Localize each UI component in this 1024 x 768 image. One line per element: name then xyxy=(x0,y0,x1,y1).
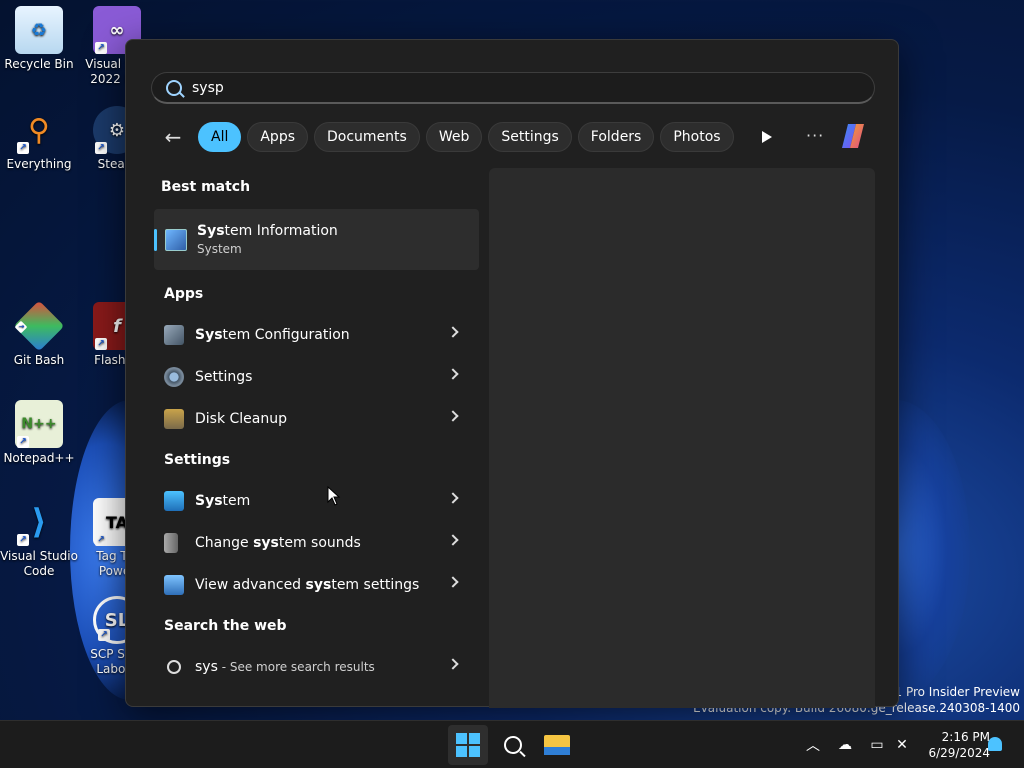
filter-chip-settings[interactable]: Settings xyxy=(488,122,572,152)
result-label: Change system sounds xyxy=(195,535,361,551)
chevron-right-icon xyxy=(447,410,459,422)
result-system-configuration[interactable]: System Configuration xyxy=(154,315,479,355)
filter-chip-apps[interactable]: Apps xyxy=(247,122,309,152)
section-heading-apps: Apps xyxy=(164,286,204,302)
filter-chip-documents[interactable]: Documents xyxy=(314,122,420,152)
system-monitor-icon xyxy=(164,491,184,511)
folder-icon xyxy=(544,735,570,755)
desktop-icon-notepadpp[interactable]: N++ ↗ Notepad++ xyxy=(0,400,78,466)
result-view-advanced-system-settings[interactable]: View advanced system settings xyxy=(154,565,479,605)
chevron-right-icon xyxy=(447,576,459,588)
more-options-button[interactable]: ··· xyxy=(806,126,824,145)
filter-chip-web[interactable]: Web xyxy=(425,122,483,152)
speaker-icon xyxy=(164,533,178,553)
search-panel: ← All Apps Documents Web Settings Folder… xyxy=(125,39,899,708)
best-match-system-information[interactable]: System Information System xyxy=(154,209,479,270)
chevron-right-icon xyxy=(447,534,459,546)
system-configuration-icon xyxy=(164,325,184,345)
web-search-icon xyxy=(167,660,181,674)
more-filters-play-icon[interactable] xyxy=(752,122,782,152)
section-heading-search-the-web: Search the web xyxy=(164,618,287,634)
desktop-icon-label: Recycle Bin xyxy=(4,57,74,71)
result-change-system-sounds[interactable]: Change system sounds xyxy=(154,523,479,563)
network-icon[interactable]: ☁ xyxy=(834,721,856,768)
desktop-icon-everything[interactable]: ⚲ ↗ Everything xyxy=(0,106,78,172)
everything-search-icon: ⚲ ↗ xyxy=(15,106,63,154)
chevron-right-icon xyxy=(447,658,459,670)
best-match-title: System Information xyxy=(197,223,338,239)
disk-cleanup-icon xyxy=(164,409,184,429)
result-label: System xyxy=(195,493,251,509)
result-label: Disk Cleanup xyxy=(195,411,288,427)
clock-time: 2:16 PM xyxy=(941,730,990,744)
start-button[interactable] xyxy=(448,725,488,765)
result-disk-cleanup[interactable]: Disk Cleanup xyxy=(154,399,479,439)
clock[interactable]: 2:16 PM 6/29/2024 xyxy=(914,729,990,761)
chevron-up-icon: ︿ xyxy=(806,738,820,754)
chevron-right-icon xyxy=(447,368,459,380)
taskbar-search-button[interactable] xyxy=(493,725,533,765)
chevron-right-icon xyxy=(447,326,459,338)
result-label: View advanced system settings xyxy=(195,577,420,593)
file-explorer-button[interactable] xyxy=(537,725,577,765)
git-bash-icon: ↗ xyxy=(13,300,65,352)
result-label: System Configuration xyxy=(195,327,350,343)
advanced-system-icon xyxy=(164,575,184,595)
result-settings[interactable]: Settings xyxy=(154,357,479,397)
volume-muted-icon[interactable]: ✕ xyxy=(892,721,912,768)
desktop-icon-label: Notepad++ xyxy=(3,451,75,465)
desktop-icon-git-bash[interactable]: ↗ Git Bash xyxy=(0,300,78,368)
result-system[interactable]: System xyxy=(154,481,479,521)
notepadpp-icon: N++ ↗ xyxy=(15,400,63,448)
search-box[interactable] xyxy=(151,72,875,104)
display-icon[interactable]: ▭ xyxy=(866,721,888,768)
result-label: Settings xyxy=(195,369,253,385)
filter-chip-photos[interactable]: Photos xyxy=(660,122,734,152)
filter-chip-folders[interactable]: Folders xyxy=(577,122,655,152)
section-heading-settings: Settings xyxy=(164,452,231,468)
recycle-bin-icon: ♻ xyxy=(15,6,63,54)
desktop-icon-label: Everything xyxy=(6,157,72,171)
desktop-icon-recycle-bin[interactable]: ♻ Recycle Bin xyxy=(0,6,78,72)
desktop-icon-label: Git Bash xyxy=(13,353,65,367)
desktop-icon-label: Visual Studio Code xyxy=(0,549,78,578)
result-web-search[interactable]: sys - See more search results xyxy=(154,647,479,687)
search-icon xyxy=(504,736,522,754)
vscode-icon: ⟩ ↗ xyxy=(15,498,63,546)
filter-chip-all[interactable]: All xyxy=(198,122,242,152)
copilot-icon[interactable] xyxy=(839,122,869,150)
windows-logo-icon xyxy=(456,733,480,757)
desktop-icon-vscode[interactable]: ⟩ ↗ Visual Studio Code xyxy=(0,498,78,579)
filter-bar: ← All Apps Documents Web Settings Folder… xyxy=(160,122,782,152)
mouse-cursor-icon xyxy=(327,486,341,506)
search-input[interactable] xyxy=(192,79,592,96)
taskbar: ︿ ☁ ▭ ✕ 2:16 PM 6/29/2024 xyxy=(0,720,1024,768)
notification-bell-icon[interactable] xyxy=(988,737,1002,751)
system-information-icon xyxy=(165,228,187,251)
settings-gear-icon xyxy=(164,367,184,387)
show-hidden-icons-button[interactable]: ︿ xyxy=(804,721,822,768)
back-arrow-icon[interactable]: ← xyxy=(160,122,186,152)
result-label: sys - See more search results xyxy=(195,659,375,675)
clock-date: 6/29/2024 xyxy=(928,746,990,760)
preview-pane xyxy=(489,168,875,708)
section-heading-best-match: Best match xyxy=(161,179,251,195)
best-match-subtitle: System xyxy=(197,242,242,256)
chevron-right-icon xyxy=(447,492,459,504)
search-icon xyxy=(166,79,182,96)
